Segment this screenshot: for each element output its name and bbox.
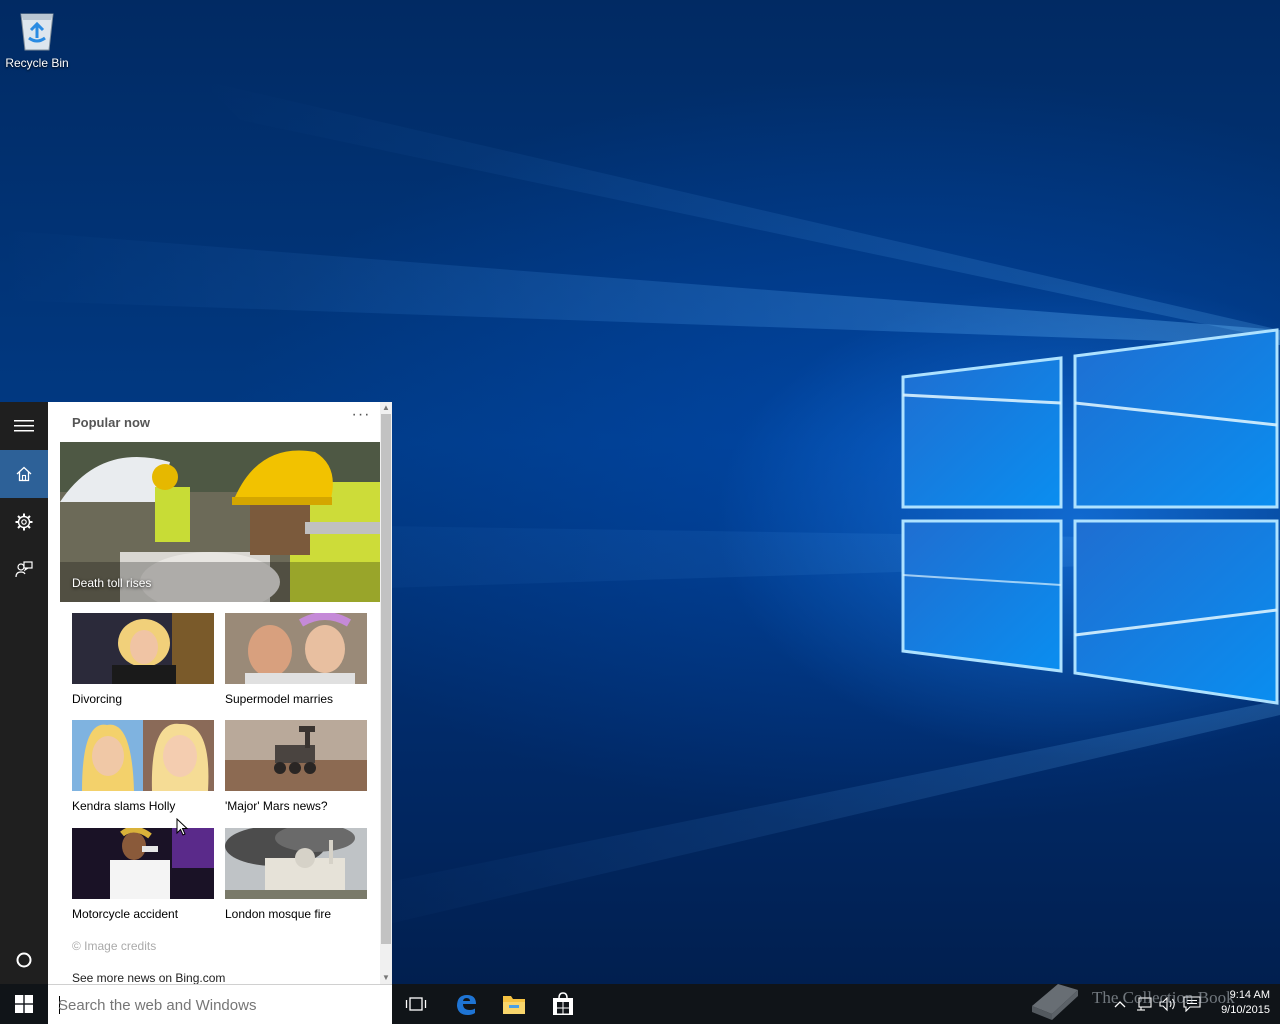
edge-button[interactable] [442, 984, 490, 1024]
watermark-text: The Collection Book [1092, 988, 1235, 1007]
news-tile-kendra[interactable] [72, 720, 214, 791]
news-image-motorcycle [72, 828, 214, 899]
news-tile-supermodel[interactable] [225, 613, 367, 684]
cortana-circle-icon [16, 952, 32, 968]
tile-caption: 'Major' Mars news? [225, 799, 328, 813]
cortana-left-rail [0, 402, 48, 984]
news-image-mars [225, 720, 367, 791]
notebook-settings-button[interactable] [0, 498, 48, 546]
file-explorer-button[interactable] [490, 984, 538, 1024]
tile-caption: Motorcycle accident [72, 907, 179, 921]
hamburger-menu-button[interactable] [0, 402, 48, 450]
news-image-supermodel [225, 613, 367, 684]
scroll-up-icon[interactable]: ▲ [380, 402, 392, 414]
cortana-news-panel: Popular now ··· Death toll rises Divorci… [48, 402, 392, 984]
file-explorer-icon [503, 996, 525, 1014]
recycle-bin-desktop-icon[interactable]: Recycle Bin [4, 6, 70, 76]
scroll-down-icon[interactable]: ▼ [380, 972, 392, 984]
edge-icon [457, 995, 476, 1015]
feedback-icon [15, 561, 33, 578]
hamburger-menu-icon [14, 420, 34, 432]
news-image-mosque [225, 828, 367, 899]
recycle-bin-icon [20, 13, 54, 51]
store-button[interactable] [539, 984, 587, 1024]
feedback-button[interactable] [0, 546, 48, 594]
cortana-button[interactable] [0, 936, 48, 984]
mouse-cursor-icon [176, 818, 189, 836]
recycle-bin-label: Recycle Bin [5, 56, 69, 70]
news-tile-mosque[interactable] [225, 828, 367, 899]
tile-caption: London mosque fire [225, 907, 332, 921]
start-button[interactable] [0, 984, 48, 1024]
news-image-divorcing [72, 613, 214, 684]
panel-scrollbar[interactable]: ▲ ▼ [380, 402, 392, 984]
hero-caption: Death toll rises [72, 576, 152, 590]
tile-caption: Divorcing [72, 692, 123, 706]
search-input[interactable] [58, 994, 378, 1016]
settings-gear-icon [15, 513, 33, 531]
windows-logo-graphic [901, 328, 1279, 705]
tile-caption: Supermodel marries [225, 692, 334, 706]
home-button[interactable] [0, 450, 48, 498]
more-options-button[interactable]: ··· [350, 407, 372, 426]
news-image-kendra [72, 720, 214, 791]
watermark: The Collection Book [1028, 974, 1278, 1024]
news-tile-divorcing[interactable] [72, 613, 214, 684]
task-view-button[interactable] [392, 984, 440, 1024]
news-tile-motorcycle[interactable] [72, 828, 214, 899]
image-credits-link[interactable]: © Image credits [72, 939, 156, 953]
tile-caption: Kendra slams Holly [72, 799, 176, 813]
task-view-icon [405, 997, 427, 1011]
scroll-thumb[interactable] [381, 414, 391, 944]
panel-title: Popular now [72, 415, 150, 430]
home-icon [16, 466, 32, 482]
news-tile-mars[interactable] [225, 720, 367, 791]
windows-start-icon [15, 995, 33, 1013]
search-box[interactable] [48, 984, 392, 1024]
store-icon [553, 992, 573, 1015]
see-more-news-link[interactable]: See more news on Bing.com [72, 971, 225, 984]
book-logo-icon [1032, 984, 1078, 1020]
hero-news-card[interactable]: Death toll rises [60, 442, 380, 602]
